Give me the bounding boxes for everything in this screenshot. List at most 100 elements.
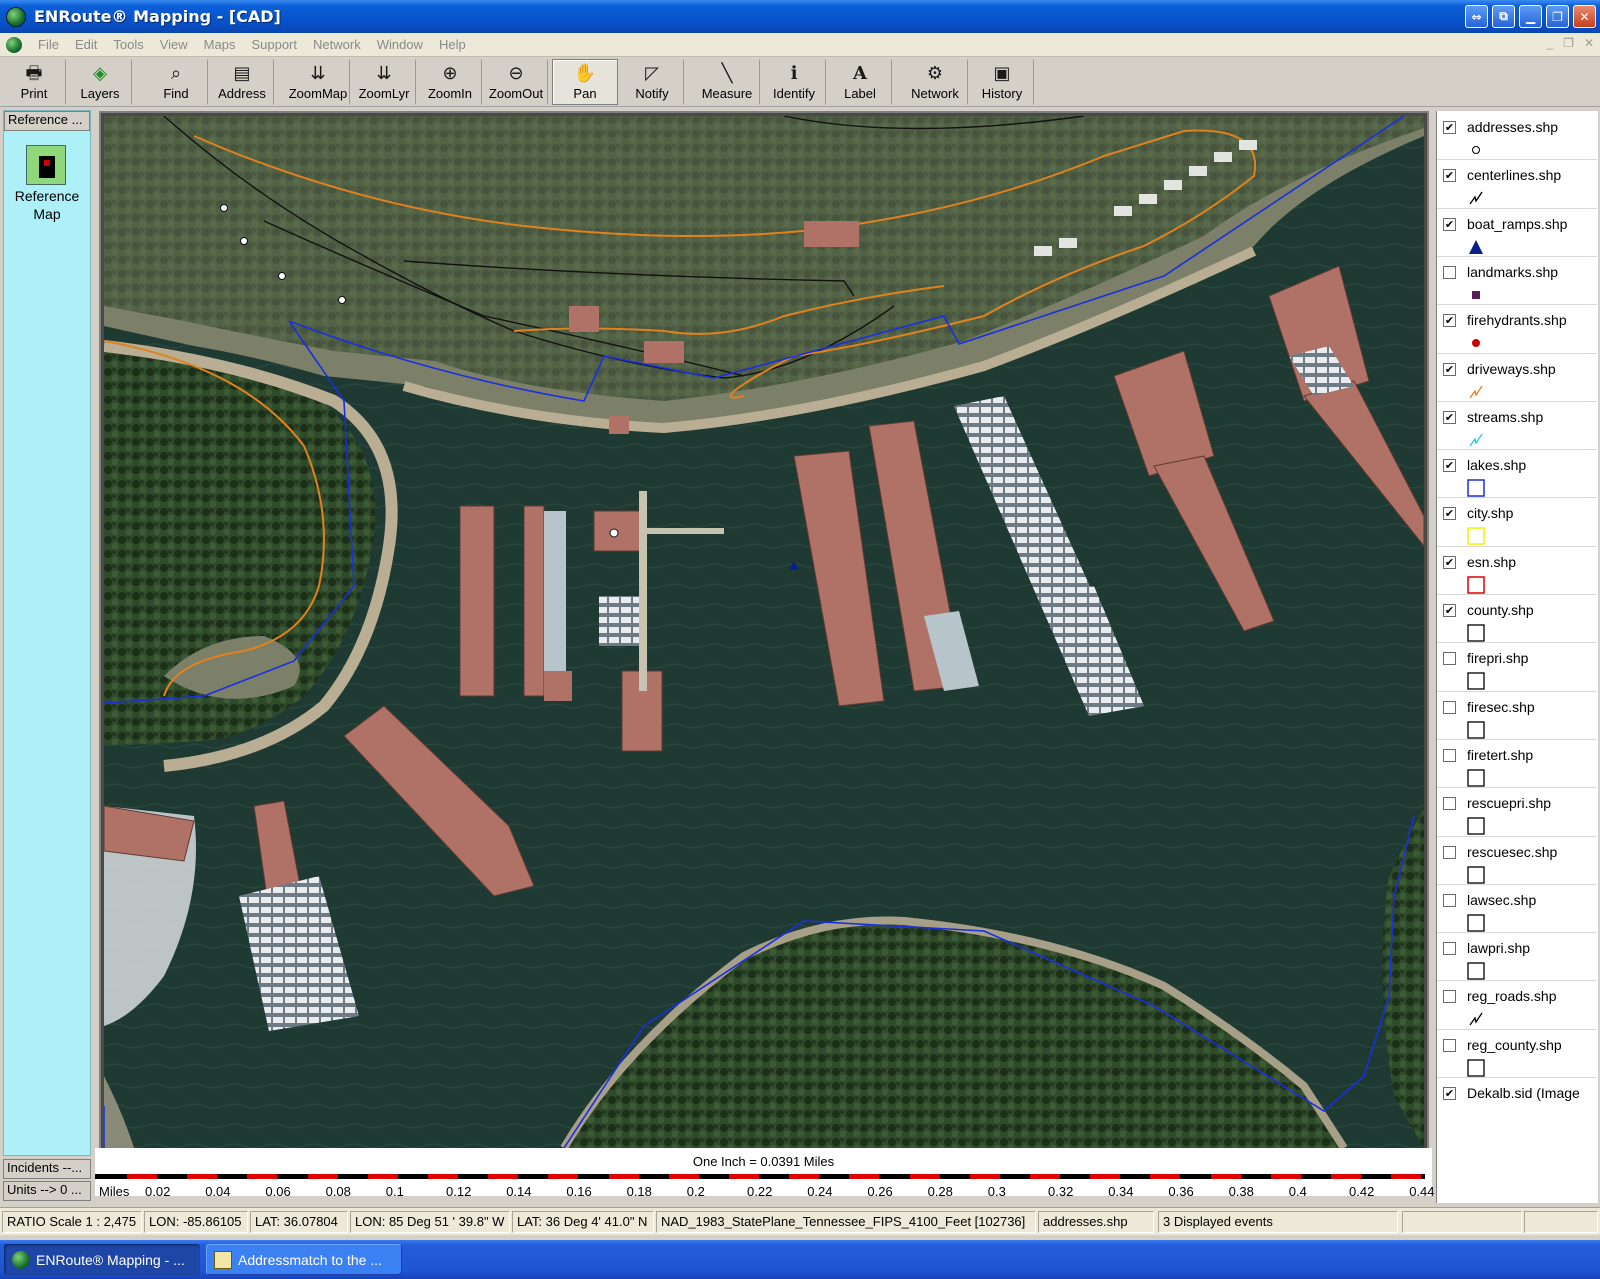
- layer-visibility-checkbox[interactable]: [1443, 265, 1456, 279]
- layer-visibility-checkbox[interactable]: ✔: [1443, 121, 1456, 134]
- legend-layer-row[interactable]: ✔ streams.shp: [1437, 403, 1597, 451]
- layers-icon: ◈: [93, 63, 107, 84]
- document-globe-icon[interactable]: [6, 36, 22, 53]
- legend-layer-row[interactable]: ✔ city.shp: [1437, 499, 1597, 547]
- layer-name: landmarks.shp: [1467, 263, 1559, 280]
- layer-visibility-checkbox[interactable]: [1443, 990, 1456, 1004]
- mdi-restore-icon[interactable]: ❐: [1563, 36, 1574, 50]
- address-point[interactable]: [278, 272, 286, 280]
- tab-reference[interactable]: Reference ...: [4, 111, 90, 131]
- menu-window[interactable]: Window: [369, 37, 431, 52]
- legend-layer-row[interactable]: firetert.shp: [1437, 741, 1597, 789]
- address-point[interactable]: [220, 204, 228, 212]
- zoomlyr-button[interactable]: ⇊ ZoomLyr: [352, 59, 416, 105]
- legend-layer-row[interactable]: lawsec.shp: [1437, 886, 1597, 934]
- scale-bar-segment: [488, 1174, 519, 1179]
- legend-layer-row[interactable]: ✔ lakes.shp: [1437, 451, 1597, 499]
- layer-visibility-checkbox[interactable]: ✔: [1443, 217, 1456, 231]
- mdi-minimize-icon[interactable]: _: [1546, 36, 1553, 50]
- legend-layer-row[interactable]: ✔ addresses.shp: [1437, 113, 1597, 161]
- menu-support[interactable]: Support: [243, 37, 305, 52]
- legend-layer-row[interactable]: ✔ centerlines.shp: [1437, 161, 1597, 209]
- layer-visibility-checkbox[interactable]: ✔: [1443, 555, 1456, 569]
- restore-arrows-icon[interactable]: ⇔: [1465, 5, 1488, 28]
- legend-layer-row[interactable]: ✔ driveways.shp: [1437, 355, 1597, 403]
- history-icon: ▣: [993, 63, 1011, 84]
- window-title-bar[interactable]: ENRoute® Mapping - [CAD] ⇔ ⧉ ▁ ❐ ✕: [0, 0, 1600, 33]
- layer-visibility-checkbox[interactable]: ✔: [1443, 169, 1456, 183]
- layer-visibility-checkbox[interactable]: ✔: [1443, 507, 1456, 521]
- menu-network[interactable]: Network: [305, 37, 369, 52]
- black-box-icon: [1467, 720, 1485, 739]
- legend-layer-row[interactable]: reg_roads.shp: [1437, 982, 1597, 1030]
- reference-map-label[interactable]: Reference Map: [4, 187, 90, 223]
- menu-view[interactable]: View: [152, 37, 196, 52]
- legend-layer-row[interactable]: landmarks.shp: [1437, 258, 1597, 306]
- tab-units[interactable]: Units --> 0 ...: [3, 1181, 91, 1201]
- layer-visibility-checkbox[interactable]: ✔: [1443, 314, 1456, 328]
- layer-visibility-checkbox[interactable]: ✔: [1443, 1087, 1456, 1100]
- legend-layer-row[interactable]: rescuepri.shp: [1437, 789, 1597, 837]
- layer-visibility-checkbox[interactable]: [1443, 748, 1456, 762]
- legend-layer-row[interactable]: ✔ firehydrants.shp: [1437, 306, 1597, 354]
- zoommap-button[interactable]: ⇊ ZoomMap: [286, 59, 350, 105]
- legend-layer-row[interactable]: rescuesec.shp: [1437, 838, 1597, 886]
- legend-layer-row[interactable]: reg_county.shp: [1437, 1031, 1597, 1079]
- map-canvas[interactable]: [104, 116, 1424, 1148]
- address-point[interactable]: [609, 528, 619, 538]
- globe-icon[interactable]: [6, 6, 26, 27]
- layer-visibility-checkbox[interactable]: [1443, 893, 1456, 907]
- notify-button[interactable]: ◸ Notify: [620, 59, 684, 105]
- menu-help[interactable]: Help: [431, 37, 474, 52]
- taskbar-enroute-button[interactable]: ENRoute® Mapping - ...: [4, 1244, 200, 1275]
- layer-visibility-checkbox[interactable]: [1443, 652, 1456, 666]
- zoomin-button[interactable]: ⊕ ZoomIn: [418, 59, 482, 105]
- identify-button[interactable]: ℹ Identify: [762, 59, 826, 105]
- taskbar-addressmatch-button[interactable]: Addressmatch to the ...: [206, 1244, 402, 1275]
- menu-tools[interactable]: Tools: [105, 37, 151, 52]
- layer-name: streams.shp: [1467, 408, 1544, 425]
- find-button[interactable]: ⌕ Find: [144, 59, 208, 105]
- legend-layer-row[interactable]: firesec.shp: [1437, 693, 1597, 741]
- legend-divider: [1437, 304, 1597, 306]
- layers-button[interactable]: ◈ Layers: [68, 59, 132, 105]
- network-button[interactable]: ⚙ Network: [902, 59, 968, 105]
- legend-layer-row[interactable]: firepri.shp: [1437, 644, 1597, 692]
- window-switch-icon[interactable]: ⧉: [1492, 5, 1515, 28]
- menu-maps[interactable]: Maps: [196, 37, 244, 52]
- minimize-button[interactable]: ▁: [1519, 5, 1542, 28]
- layer-visibility-checkbox[interactable]: [1443, 942, 1456, 956]
- legend-layer-row[interactable]: ✔ county.shp: [1437, 596, 1597, 644]
- menu-file[interactable]: File: [30, 37, 67, 52]
- legend-layer-row[interactable]: ✔ esn.shp: [1437, 548, 1597, 596]
- scale-tick-label: 0.4: [1288, 1184, 1307, 1199]
- layer-visibility-checkbox[interactable]: ✔: [1443, 410, 1456, 424]
- layer-visibility-checkbox[interactable]: [1443, 700, 1456, 714]
- measure-button[interactable]: ╲ Measure: [694, 59, 760, 105]
- scale-bar: [95, 1174, 1425, 1179]
- address-button[interactable]: ▤ Address: [210, 59, 274, 105]
- scale-caption: One Inch = 0.0391 Miles: [692, 1154, 835, 1169]
- layer-visibility-checkbox[interactable]: [1443, 797, 1456, 811]
- history-button[interactable]: ▣ History: [970, 59, 1034, 105]
- close-button[interactable]: ✕: [1573, 5, 1596, 28]
- menu-edit[interactable]: Edit: [67, 37, 105, 52]
- address-point[interactable]: [338, 296, 346, 304]
- maximize-button[interactable]: ❐: [1546, 5, 1569, 28]
- print-button[interactable]: 🖶 Print: [2, 59, 66, 105]
- legend-layer-row[interactable]: ✔ Dekalb.sid (Image: [1437, 1079, 1597, 1127]
- pan-button[interactable]: ✋ Pan: [552, 59, 618, 105]
- zoomout-button[interactable]: ⊖ ZoomOut: [484, 59, 548, 105]
- layer-visibility-checkbox[interactable]: ✔: [1443, 459, 1456, 473]
- layer-visibility-checkbox[interactable]: ✔: [1443, 604, 1456, 617]
- tab-incidents[interactable]: Incidents --...: [3, 1159, 91, 1179]
- reference-map-icon[interactable]: [26, 145, 66, 185]
- label-button[interactable]: A Label: [828, 59, 892, 105]
- layer-visibility-checkbox[interactable]: [1443, 1038, 1456, 1052]
- layer-visibility-checkbox[interactable]: ✔: [1443, 362, 1456, 376]
- address-point[interactable]: [240, 237, 248, 245]
- layer-visibility-checkbox[interactable]: [1443, 845, 1456, 859]
- mdi-close-icon[interactable]: ✕: [1584, 36, 1594, 50]
- legend-layer-row[interactable]: lawpri.shp: [1437, 934, 1597, 982]
- legend-layer-row[interactable]: ✔ boat_ramps.shp: [1437, 210, 1597, 258]
